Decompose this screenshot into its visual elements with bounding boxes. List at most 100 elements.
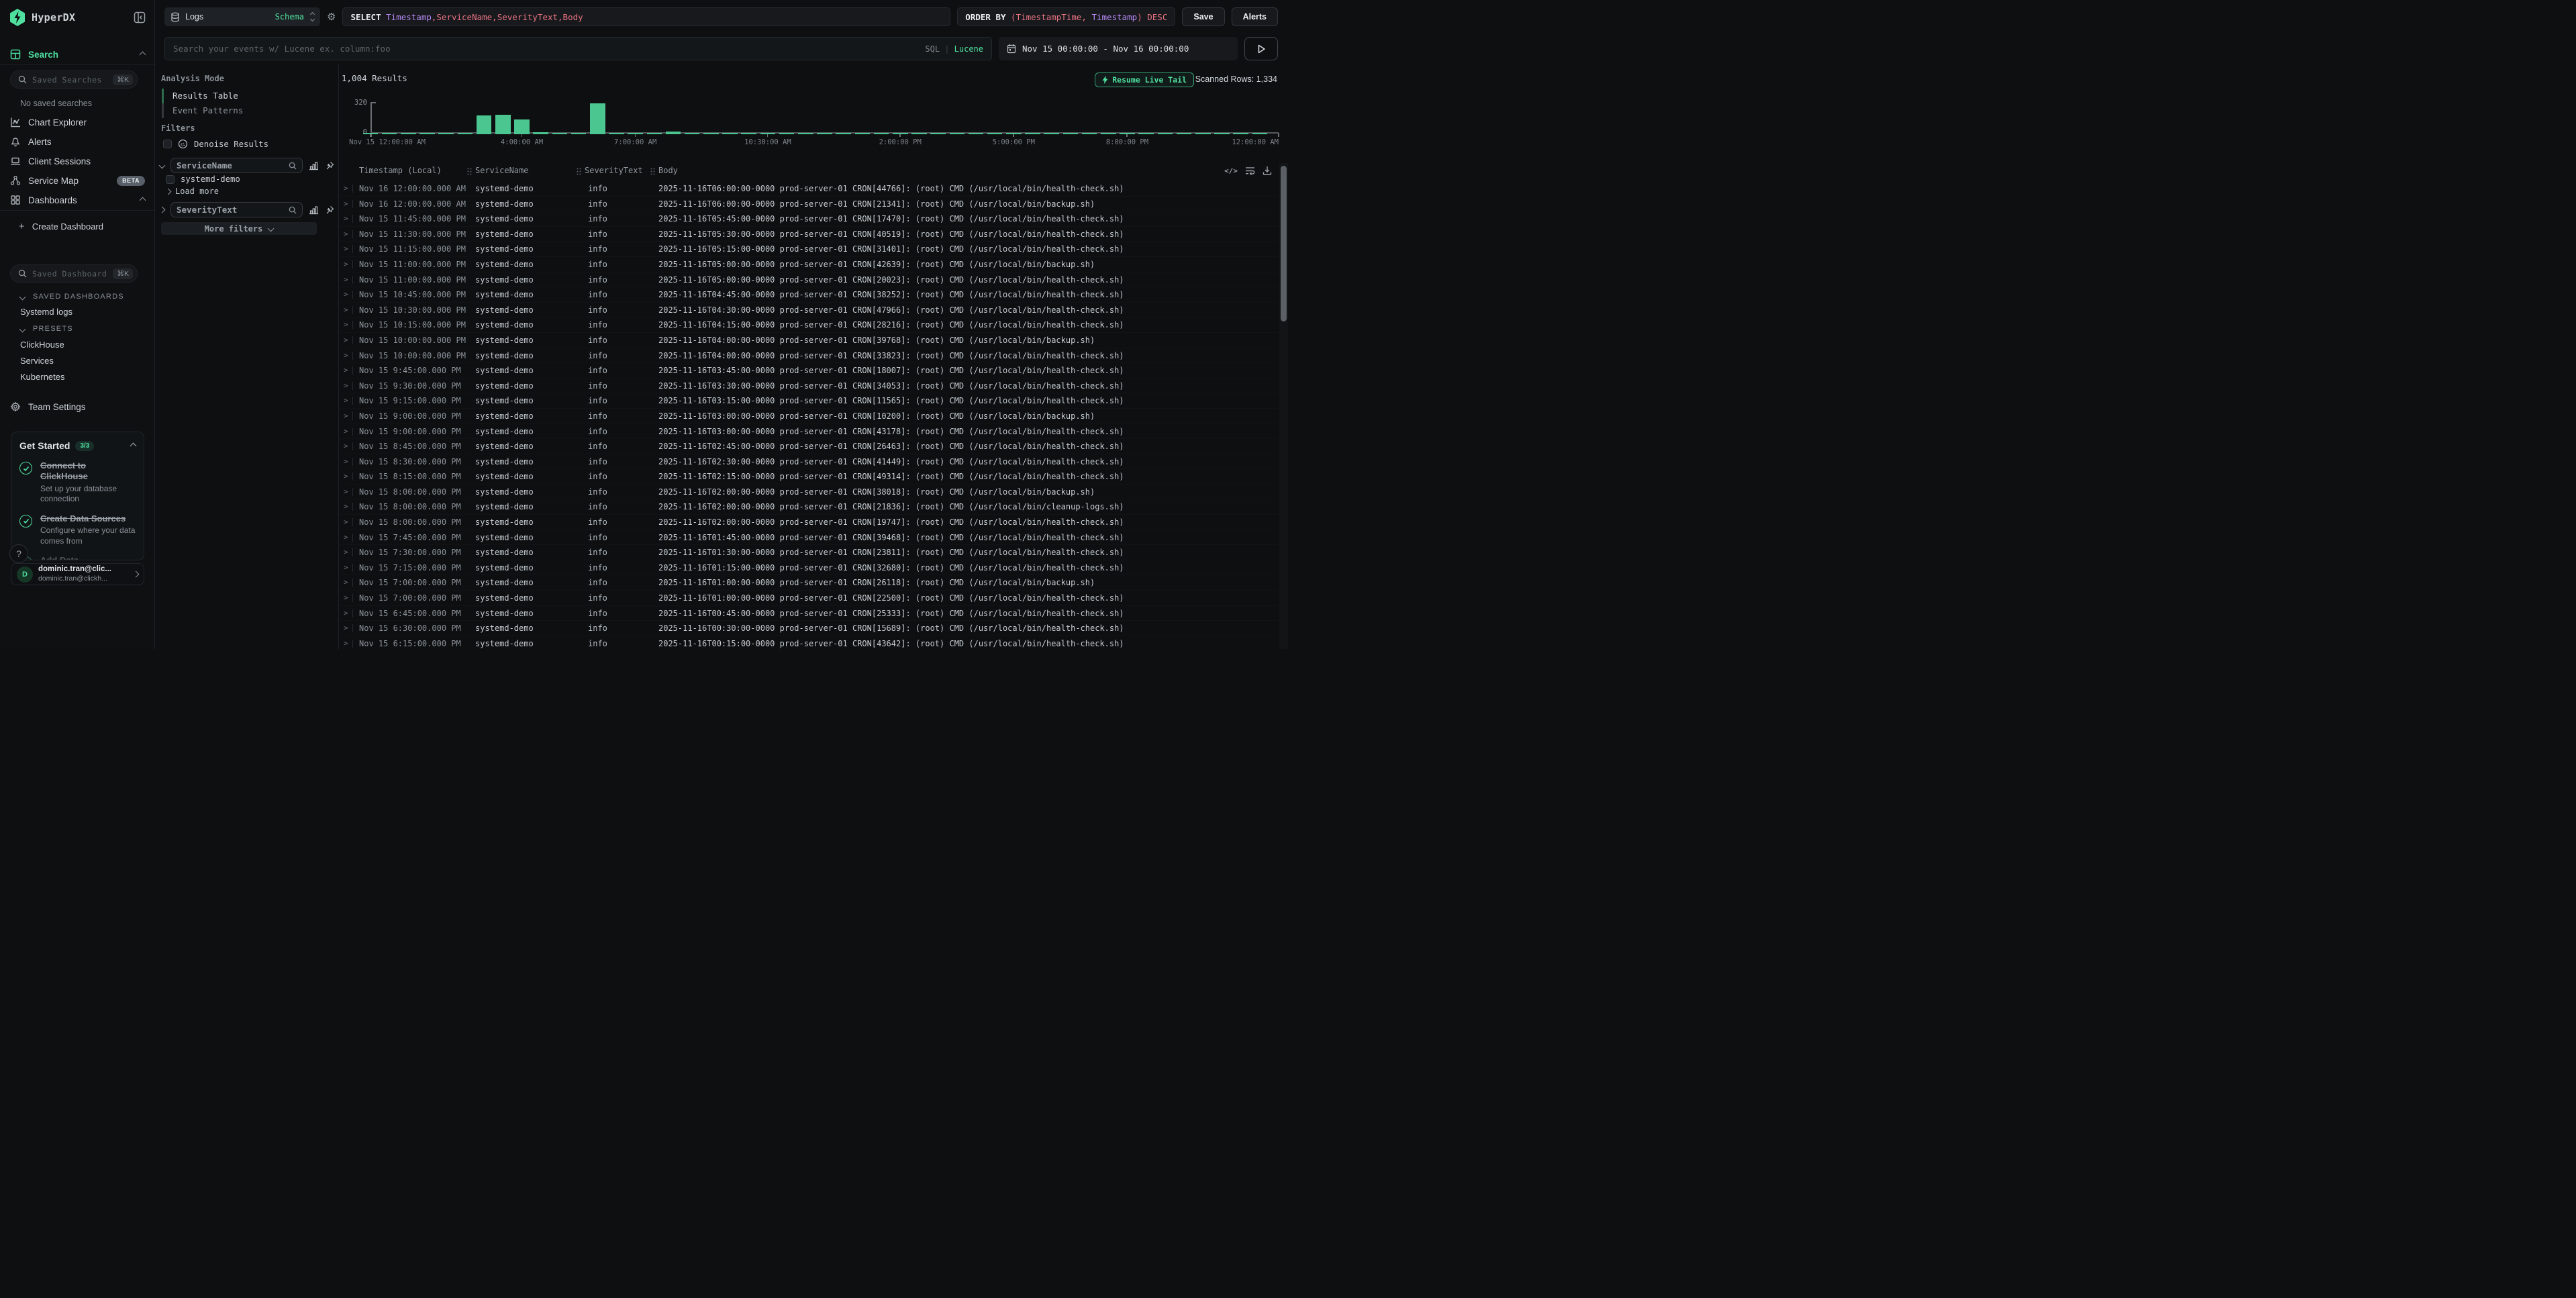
facet-chart-icon[interactable] — [309, 161, 319, 170]
drag-handle-icon[interactable] — [650, 168, 656, 175]
source-settings-gear-icon[interactable]: ⚙ — [327, 11, 336, 23]
histogram-bar[interactable] — [1233, 133, 1248, 134]
histogram-bar[interactable] — [1120, 133, 1135, 134]
alerts-button[interactable]: Alerts — [1232, 7, 1278, 26]
preset-item-clickhouse[interactable]: ClickHouse — [20, 340, 64, 350]
row-expand-icon[interactable]: > — [344, 409, 348, 424]
row-expand-icon[interactable]: > — [344, 636, 348, 649]
lucene-mode-toggle[interactable]: Lucene — [954, 44, 983, 54]
histogram-bar[interactable] — [874, 133, 889, 134]
section-presets[interactable]: PRESETS — [20, 325, 73, 333]
row-expand-icon[interactable]: > — [344, 379, 348, 394]
histogram-bar[interactable] — [458, 133, 473, 134]
row-expand-icon[interactable]: > — [344, 348, 348, 364]
preset-item-kubernetes[interactable]: Kubernetes — [20, 372, 65, 382]
histogram-bar[interactable] — [703, 133, 719, 134]
histogram-bar[interactable] — [1082, 133, 1097, 134]
table-row[interactable]: > Nov 15 11:45:00.000 PM systemd-demo in… — [339, 211, 1279, 227]
denoise-checkbox[interactable] — [163, 140, 172, 148]
row-expand-icon[interactable]: > — [344, 197, 348, 212]
get-started-step[interactable]: Add Data Start sending logs, metrics, or… — [19, 555, 136, 560]
more-filters-button[interactable]: More filters — [161, 222, 317, 235]
histogram-bar[interactable] — [1063, 133, 1079, 134]
histogram-bar[interactable] — [911, 133, 927, 134]
drag-handle-icon[interactable] — [577, 168, 582, 175]
table-row[interactable]: > Nov 15 11:00:00.000 PM systemd-demo in… — [339, 257, 1279, 272]
load-more-button[interactable]: Load more — [166, 187, 219, 196]
table-row[interactable]: > Nov 15 9:00:00.000 PM systemd-demo inf… — [339, 424, 1279, 440]
select-clause-input[interactable]: SELECT Timestamp ,ServiceName,SeverityTe… — [342, 7, 950, 26]
date-range-picker[interactable]: Nov 15 00:00:00 - Nov 16 00:00:00 — [999, 37, 1238, 60]
histogram-bar[interactable] — [969, 133, 984, 134]
histogram-bar[interactable] — [1138, 133, 1154, 134]
table-row[interactable]: > Nov 15 8:45:00.000 PM systemd-demo inf… — [339, 439, 1279, 454]
chevron-right-icon[interactable] — [159, 207, 166, 213]
wrap-text-icon[interactable] — [1245, 166, 1255, 175]
column-header-servicename[interactable]: ServiceName — [475, 166, 528, 175]
create-dashboard-button[interactable]: + Create Dashboard — [0, 217, 154, 235]
download-icon[interactable] — [1262, 166, 1272, 175]
histogram-bar[interactable] — [685, 133, 700, 134]
histogram-bar[interactable] — [779, 133, 795, 134]
sidebar-collapse-icon[interactable] — [133, 11, 146, 24]
row-expand-icon[interactable]: > — [344, 515, 348, 530]
sidebar-item-chart-explorer[interactable]: Chart Explorer — [0, 113, 154, 131]
source-select[interactable]: Logs Schema — [164, 7, 320, 26]
row-expand-icon[interactable]: > — [344, 303, 348, 318]
histogram-bar[interactable] — [798, 133, 813, 134]
table-row[interactable]: > Nov 16 12:00:00.000 AM systemd-demo in… — [339, 197, 1279, 212]
resume-live-tail-button[interactable]: Resume Live Tail — [1095, 72, 1194, 87]
schema-toggle[interactable]: Schema — [275, 12, 304, 21]
row-expand-icon[interactable]: > — [344, 499, 348, 515]
table-row[interactable]: > Nov 15 10:15:00.000 PM systemd-demo in… — [339, 317, 1279, 333]
scrollbar-track[interactable] — [1279, 163, 1288, 649]
row-expand-icon[interactable]: > — [344, 211, 348, 227]
search-input[interactable]: Search your events w/ Lucene ex. column:… — [164, 37, 992, 60]
order-by-input[interactable]: ORDER BY (TimestampTime, Timestamp ) DES… — [957, 7, 1175, 26]
histogram-bar[interactable] — [722, 133, 738, 134]
table-row[interactable]: > Nov 15 6:45:00.000 PM systemd-demo inf… — [339, 606, 1279, 621]
histogram-bar[interactable] — [741, 133, 756, 134]
histogram-bar[interactable] — [817, 133, 832, 134]
facet-value-row[interactable]: systemd-demo — [166, 174, 240, 184]
row-expand-icon[interactable]: > — [344, 485, 348, 500]
pin-icon[interactable] — [325, 205, 334, 215]
histogram-bar[interactable] — [950, 133, 965, 134]
histogram-bar[interactable] — [1195, 133, 1211, 134]
facet-search-box[interactable]: SeverityText — [170, 202, 303, 217]
row-expand-icon[interactable]: > — [344, 545, 348, 560]
sql-mode-toggle[interactable]: SQL — [925, 44, 940, 54]
row-expand-icon[interactable]: > — [344, 242, 348, 257]
table-row[interactable]: > Nov 15 7:30:00.000 PM systemd-demo inf… — [339, 545, 1279, 560]
row-expand-icon[interactable]: > — [344, 454, 348, 470]
histogram-bar[interactable] — [514, 119, 530, 134]
row-expand-icon[interactable]: > — [344, 575, 348, 591]
mode-event-patterns[interactable]: Event Patterns — [162, 103, 296, 118]
histogram-bar[interactable] — [419, 133, 435, 134]
row-expand-icon[interactable]: > — [344, 439, 348, 454]
table-row[interactable]: > Nov 15 8:30:00.000 PM systemd-demo inf… — [339, 454, 1279, 470]
histogram-bar[interactable] — [1025, 133, 1040, 134]
denoise-results-row[interactable]: Denoise Results — [163, 139, 268, 149]
histogram-bar[interactable] — [836, 133, 851, 134]
histogram-bar[interactable] — [438, 133, 454, 134]
histogram-bar[interactable] — [495, 115, 511, 134]
table-row[interactable]: > Nov 15 10:45:00.000 PM systemd-demo in… — [339, 287, 1279, 303]
histogram-bar[interactable] — [382, 133, 397, 134]
facet-search-box[interactable]: ServiceName — [170, 158, 303, 173]
row-expand-icon[interactable]: > — [344, 621, 348, 636]
facet-chart-icon[interactable] — [309, 205, 319, 215]
histogram-bar[interactable] — [533, 132, 548, 134]
sidebar-item-service-map[interactable]: Service Map BETA — [0, 172, 154, 189]
table-row[interactable]: > Nov 15 9:45:00.000 PM systemd-demo inf… — [339, 363, 1279, 379]
histogram-bar[interactable] — [1252, 133, 1268, 134]
chevron-down-icon[interactable] — [159, 162, 166, 169]
sidebar-item-alerts[interactable]: Alerts — [0, 133, 154, 150]
sidebar-item-team-settings[interactable]: Team Settings — [0, 398, 154, 415]
sidebar-item-client-sessions[interactable]: Client Sessions — [0, 152, 154, 170]
table-row[interactable]: > Nov 15 7:15:00.000 PM systemd-demo inf… — [339, 560, 1279, 576]
histogram-bar[interactable] — [1044, 133, 1059, 134]
saved-dashboards-input[interactable]: Saved Dashboards ⌘K — [10, 264, 138, 283]
table-row[interactable]: > Nov 15 10:30:00.000 PM systemd-demo in… — [339, 303, 1279, 318]
run-query-button[interactable] — [1244, 37, 1278, 60]
